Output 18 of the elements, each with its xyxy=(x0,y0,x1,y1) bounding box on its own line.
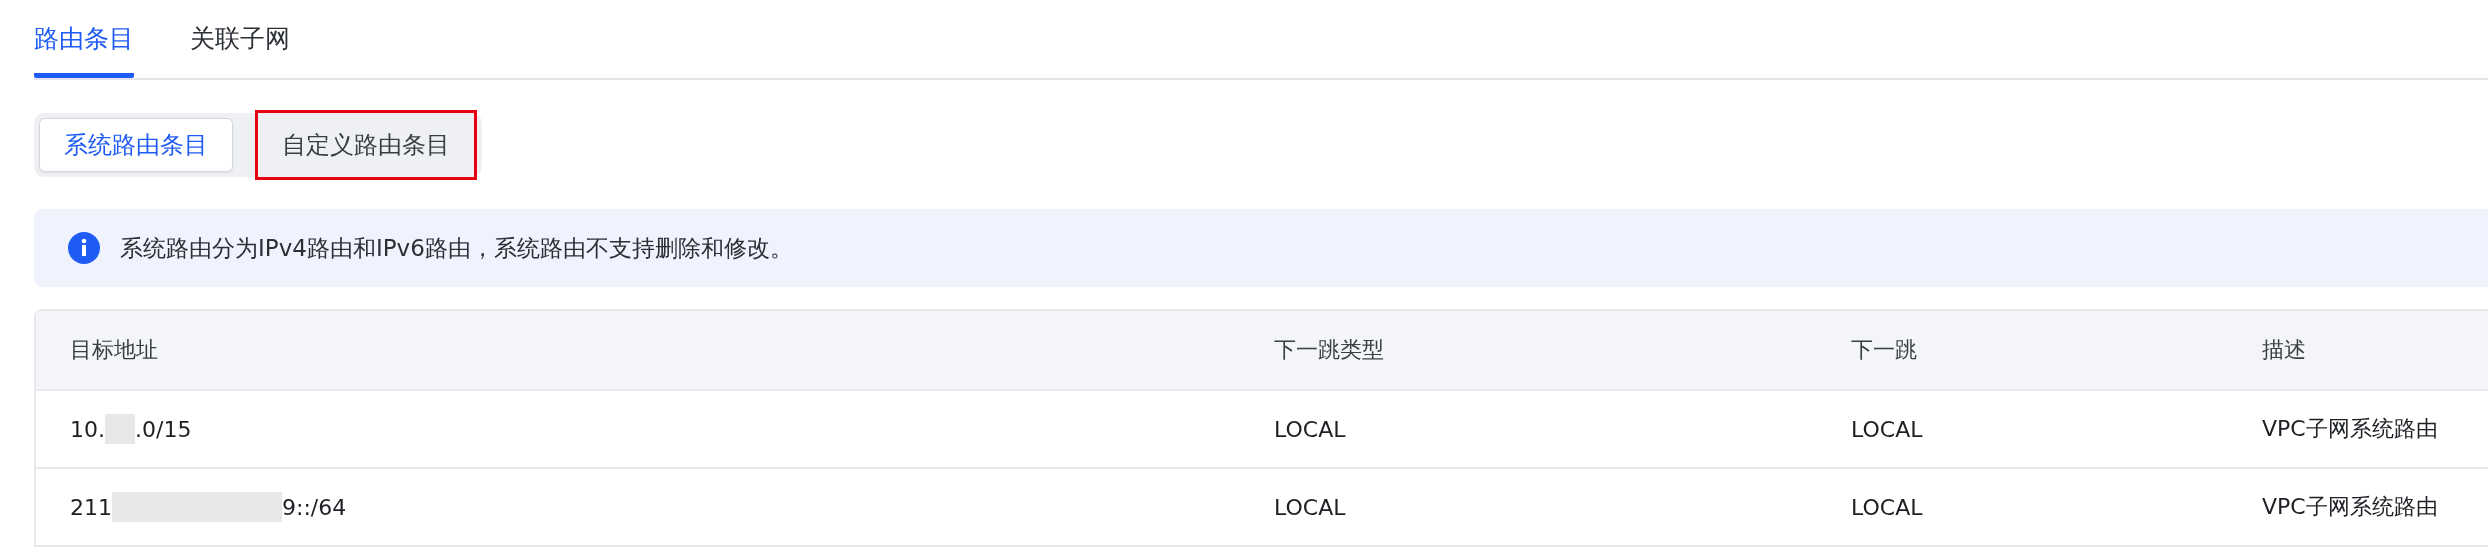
table-cell: LOCAL xyxy=(1274,494,1346,520)
address-cell: 211 9::/64 xyxy=(70,492,347,522)
info-icon xyxy=(68,232,100,264)
table-cell: LOCAL xyxy=(1274,416,1346,442)
tab[interactable]: 关联子网 xyxy=(190,0,290,78)
address-cell: 10. .0/15 xyxy=(70,414,192,444)
column-header: 描述 xyxy=(2262,336,2306,364)
table-cell-text: VPC子网系统路由 xyxy=(2262,415,2438,443)
segment-button[interactable]: 系统路由条目 xyxy=(39,118,233,172)
segment-button[interactable]: 自定义路由条目 xyxy=(255,110,477,180)
column-header: 下一跳 xyxy=(1851,336,1917,364)
notice-text: 系统路由分为IPv4路由和IPv6路由，系统路由不支持删除和修改。 xyxy=(120,233,793,263)
tab[interactable]: 路由条目 xyxy=(34,0,134,78)
column-header: 下一跳类型 xyxy=(1274,336,1384,364)
table-cell-text: VPC子网系统路由 xyxy=(2262,493,2438,521)
column-header: 目标地址 xyxy=(70,336,158,364)
table-cell: LOCAL xyxy=(1851,416,1923,442)
table-cell: LOCAL xyxy=(1851,494,1923,520)
